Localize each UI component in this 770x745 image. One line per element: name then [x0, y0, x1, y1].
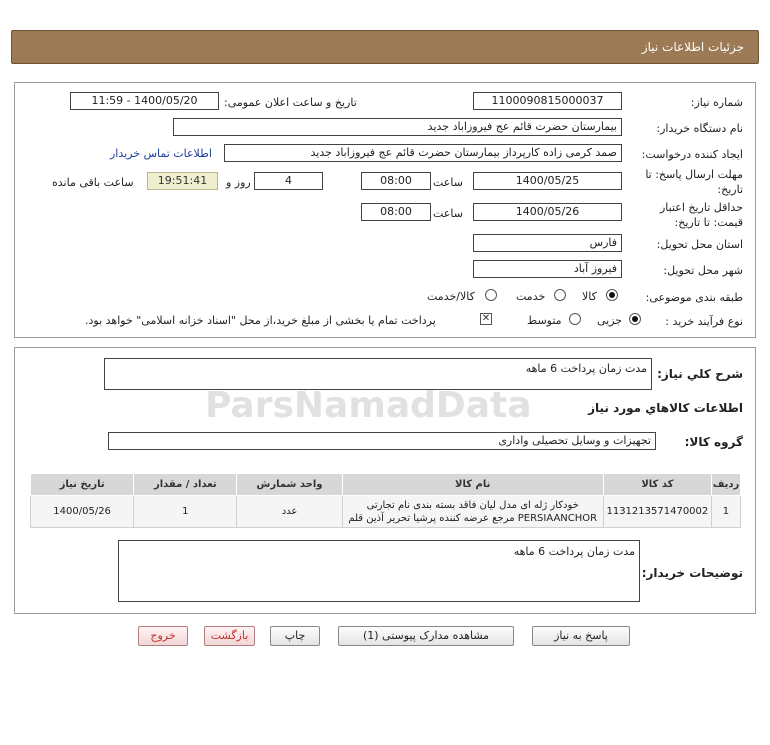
col-name-header: نام کالا	[341, 473, 604, 496]
row-date: 1400/05/26	[29, 495, 135, 528]
col-code-header: کد کالا	[602, 473, 712, 496]
col-qty-header: تعداد / مقدار	[133, 473, 238, 496]
row-index: 1	[710, 495, 742, 528]
treasury-checkbox[interactable]: ✕	[480, 313, 492, 325]
process-medium-radio[interactable]	[569, 313, 581, 325]
buyer-contact-link[interactable]: اطلاعات تماس خریدار	[110, 147, 212, 160]
reply-days-field: 4	[254, 172, 323, 190]
price-validity-date-field: 1400/05/26	[473, 203, 622, 221]
province-label: استان محل تحویل:	[656, 238, 743, 251]
announce-date-field: 1400/05/20 - 11:59	[70, 92, 219, 110]
reply-deadline-label-2: تاریخ:	[717, 183, 743, 196]
price-validity-label-1: حداقل تاریخ اعتبار	[659, 201, 743, 214]
price-validity-label-2: قیمت: تا تاریخ:	[674, 216, 743, 229]
row-name-line-1: خودکار ژله ای مدل لیان فاقد بسته بندی نا…	[366, 499, 579, 511]
reply-button[interactable]: پاسخ به نیاز	[532, 626, 630, 646]
price-validity-time-label: ساعت	[433, 207, 463, 220]
process-minor-label: جزیی	[597, 314, 623, 327]
reply-date-field: 1400/05/25	[473, 172, 622, 190]
category-goods-label: کالا	[582, 290, 597, 303]
announce-date-label: تاریخ و ساعت اعلان عمومی:	[224, 96, 357, 109]
goods-group-field: تجهیزات و وسایل تحصیلی واداری	[108, 432, 656, 450]
buyer-org-field: بیمارستان حضرت قائم عج فیروزاباد جدید	[173, 118, 622, 136]
row-unit: عدد	[236, 495, 343, 528]
reply-days-label: روز و	[226, 176, 251, 189]
attachments-button[interactable]: مشاهده مدارک پیوستی (1)	[338, 626, 514, 646]
goods-info-title: اطلاعات کالاهاي مورد نياز	[588, 401, 743, 415]
category-service-radio[interactable]	[554, 289, 566, 301]
row-code: 1131213571470002	[602, 495, 712, 528]
need-number-field: 1100090815000037	[473, 92, 622, 110]
requester-label: ایجاد کننده درخواست:	[641, 148, 743, 161]
table-header-row: ردیف کد کالا نام کالا واحد شمارش تعداد /…	[29, 473, 742, 496]
treasury-note: پرداخت تمام یا بخشی از مبلغ خرید،از محل …	[85, 314, 436, 327]
row-name: خودکار ژله ای مدل لیان فاقد بسته بندی نا…	[341, 495, 604, 528]
page-title: جزئیات اطلاعات نیاز	[641, 40, 744, 54]
category-both-radio[interactable]	[485, 289, 497, 301]
reply-time-label: ساعت	[433, 176, 463, 189]
remaining-time-counter: 19:51:41	[147, 172, 218, 190]
price-validity-time-field: 08:00	[361, 203, 431, 221]
remaining-time-label: ساعت باقی مانده	[52, 176, 134, 189]
city-field: فیروز آباد	[473, 260, 622, 278]
category-service-label: خدمت	[516, 290, 546, 303]
print-button[interactable]: چاپ	[270, 626, 320, 646]
requester-field: صمد کرمی زاده کارپرداز بیمارستان حضرت قا…	[224, 144, 622, 162]
process-minor-radio[interactable]	[629, 313, 641, 325]
reply-deadline-label-1: مهلت ارسال پاسخ: تا	[645, 168, 743, 181]
province-field: فارس	[473, 234, 622, 252]
category-label: طبقه بندی موضوعی:	[645, 291, 743, 304]
buyer-org-label: نام دستگاه خریدار:	[656, 122, 743, 135]
exit-button[interactable]: خروج	[138, 626, 188, 646]
category-both-label: کالا/خدمت	[427, 290, 475, 303]
need-number-label: شماره نیاز:	[690, 96, 743, 109]
process-type-label: نوع فرآیند خرید :	[665, 315, 743, 328]
buyer-notes-field: مدت زمان پرداخت 6 ماهه	[118, 540, 640, 602]
table-row: 1 1131213571470002 خودکار ژله ای مدل لیا…	[29, 495, 742, 528]
items-table: ردیف کد کالا نام کالا واحد شمارش تعداد /…	[29, 473, 742, 528]
row-name-line-2: PERSIAANCHOR مرجع عرضه کننده پرشیا تحریر…	[348, 512, 598, 524]
reply-time-field: 08:00	[361, 172, 431, 190]
goods-group-label: گروه کالا:	[684, 435, 743, 449]
city-label: شهر محل تحویل:	[663, 264, 743, 277]
general-description-label: شرح کلي نياز:	[657, 367, 743, 381]
process-medium-label: متوسط	[527, 314, 562, 327]
col-index-header: ردیف	[710, 473, 742, 496]
buyer-notes-label: توضیحات خریدار:	[641, 566, 743, 580]
watermark: ParsNamadData	[205, 385, 532, 426]
page-header: جزئیات اطلاعات نیاز	[11, 30, 759, 64]
back-button[interactable]: بازگشت	[204, 626, 255, 646]
category-goods-radio[interactable]	[606, 289, 618, 301]
row-qty: 1	[133, 495, 238, 528]
col-date-header: تاریخ نیاز	[29, 473, 135, 496]
col-unit-header: واحد شمارش	[236, 473, 343, 496]
